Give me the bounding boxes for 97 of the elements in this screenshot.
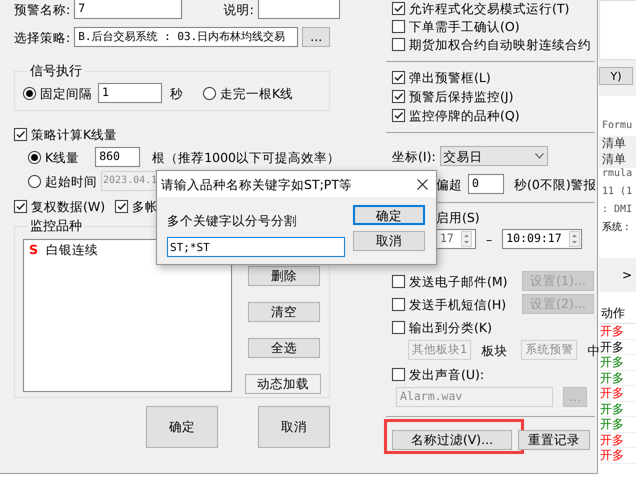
tag-letter: S xyxy=(29,242,38,257)
checkbox-label: 复权数据(W) xyxy=(31,199,106,214)
checkbox[interactable] xyxy=(392,70,405,84)
list-button[interactable]: 全选 xyxy=(248,338,320,358)
checkbox[interactable] xyxy=(392,320,405,334)
list-text: : DMI xyxy=(601,204,634,217)
field-label: 预警名称: xyxy=(14,2,70,16)
checkbox-label: 发送手机短信(H) xyxy=(409,296,506,312)
checkbox-label: 监控停牌的品种(Q) xyxy=(409,108,520,122)
checkbox[interactable] xyxy=(392,368,405,380)
strategy-field[interactable]: B.后台交易系统 : 03.日内布林均线交易 xyxy=(74,27,298,47)
table-cell: 开多 xyxy=(599,402,636,417)
radio-button[interactable] xyxy=(203,86,216,100)
checkbox[interactable] xyxy=(14,128,27,141)
spin-arrows-icon xyxy=(569,231,580,247)
field-label: 选择策略: xyxy=(14,30,70,44)
list-text: rmula xyxy=(601,168,634,181)
column-header: 动作 xyxy=(599,306,636,324)
radio-button[interactable] xyxy=(28,174,41,188)
dialog-title: 请输入品种名称关键字如ST;PT等 xyxy=(161,176,352,192)
group-title: 监控品种 xyxy=(29,220,83,233)
table-cell: 开多 xyxy=(599,448,636,464)
list-text: 11 (1 xyxy=(601,186,634,199)
prompt-text: 多个关键字以分号分割 xyxy=(167,213,298,228)
field-label: 启用(S) xyxy=(436,210,480,225)
checkbox-label: 多帐 xyxy=(132,199,158,214)
checkbox[interactable] xyxy=(392,2,405,15)
field-label: 板块 xyxy=(481,342,508,358)
keyword-input[interactable]: ST;*ST xyxy=(167,237,345,257)
checkbox[interactable] xyxy=(392,90,405,102)
description-field[interactable] xyxy=(258,0,340,19)
checkbox[interactable] xyxy=(392,108,405,122)
list-text: 清单 xyxy=(599,152,636,168)
checkbox[interactable] xyxy=(392,20,405,33)
toolbar-button[interactable]: Y) xyxy=(599,67,633,85)
list-text: 系统 : xyxy=(601,222,630,235)
start-time-field[interactable]: 17 xyxy=(436,229,476,249)
table-cell: 开多 xyxy=(599,417,636,432)
checkbox-label: 允许程式化交易模式运行(T) xyxy=(409,1,570,16)
field-label: 说明: xyxy=(224,2,254,16)
dialog-button[interactable]: 确定 xyxy=(146,406,218,448)
radio-label: K线量 xyxy=(45,150,80,164)
interval-field[interactable]: 1 xyxy=(98,83,162,103)
checkbox[interactable] xyxy=(392,274,405,288)
group-title: 信号执行 xyxy=(29,65,83,78)
table-cell: 开多 xyxy=(599,340,636,355)
action-button[interactable]: 名称过滤(V)... xyxy=(392,430,512,450)
checkbox[interactable] xyxy=(115,200,128,213)
item-name: 白银连续 xyxy=(46,242,98,257)
checkbox-label: 下单需手工确认(O) xyxy=(409,19,520,34)
checkbox-label: 发送电子邮件(M) xyxy=(409,274,508,288)
bar-count-field[interactable]: 860 xyxy=(95,147,140,167)
radio-label: 起始时间 xyxy=(45,174,97,188)
checkbox-label: 发出声音(U): xyxy=(409,366,484,382)
unit-label: 秒(0不限)警报 xyxy=(514,176,597,192)
dash-text: – xyxy=(486,232,492,246)
checkbox-label: 预警后保持监控(J) xyxy=(409,88,514,104)
end-time-field[interactable]: 10:09:17 xyxy=(502,229,582,249)
hint-text: 根（推荐1000以下可提高效率） xyxy=(152,150,340,164)
list-text: Formu xyxy=(601,120,634,133)
table-cell: 开多 xyxy=(599,355,636,370)
dialog-button[interactable]: 取消 xyxy=(353,231,425,251)
list-button[interactable]: 清空 xyxy=(248,302,320,322)
browse-button[interactable]: ... xyxy=(302,27,330,47)
axis-dropdown[interactable]: 交易日 xyxy=(440,146,548,166)
radio-button[interactable] xyxy=(23,86,36,100)
field-label: 中 xyxy=(587,342,600,358)
field-label: 偏超 xyxy=(436,176,462,192)
checkbox-label: 弹出预警框(L) xyxy=(409,70,491,84)
dialog-button[interactable]: 确定 xyxy=(353,205,425,225)
table-cell: 开多 xyxy=(599,432,636,448)
checkbox[interactable] xyxy=(392,38,405,51)
name-field[interactable]: 7 xyxy=(74,0,182,19)
checkbox[interactable] xyxy=(14,200,27,213)
table-cell: 开多 xyxy=(599,370,636,386)
table-cell: 开多 xyxy=(599,386,636,402)
list-text: 清单 xyxy=(599,136,636,152)
dialog-button[interactable]: 取消 xyxy=(258,406,330,448)
scroll-arrow[interactable]: > xyxy=(622,268,632,282)
radio-button[interactable] xyxy=(28,150,41,164)
checkbox-label: 策略计算K线量 xyxy=(31,127,118,142)
timeout-field[interactable]: 0 xyxy=(468,174,504,194)
checkbox-label: 输出到分类(K) xyxy=(409,320,492,334)
radio-label: 走完一根K线 xyxy=(220,86,294,100)
unit-label: 秒 xyxy=(170,86,183,100)
list-item[interactable]: S 白银连续 xyxy=(29,242,98,257)
checkbox[interactable] xyxy=(392,298,405,310)
spin-arrows-icon xyxy=(461,231,472,247)
chevron-down-icon xyxy=(534,153,544,159)
table-cell: 开多 xyxy=(599,324,636,340)
list-button[interactable]: 删除 xyxy=(248,266,320,286)
field-label: 坐标(I): xyxy=(392,148,436,164)
close-icon xyxy=(417,178,428,190)
list-button[interactable]: 动态加载 xyxy=(245,374,321,394)
action-button[interactable]: 重置记录 xyxy=(518,430,590,450)
radio-label: 固定间隔 xyxy=(40,86,92,100)
checkbox-label: 期货加权合约自动映射连续合约 xyxy=(409,37,591,52)
